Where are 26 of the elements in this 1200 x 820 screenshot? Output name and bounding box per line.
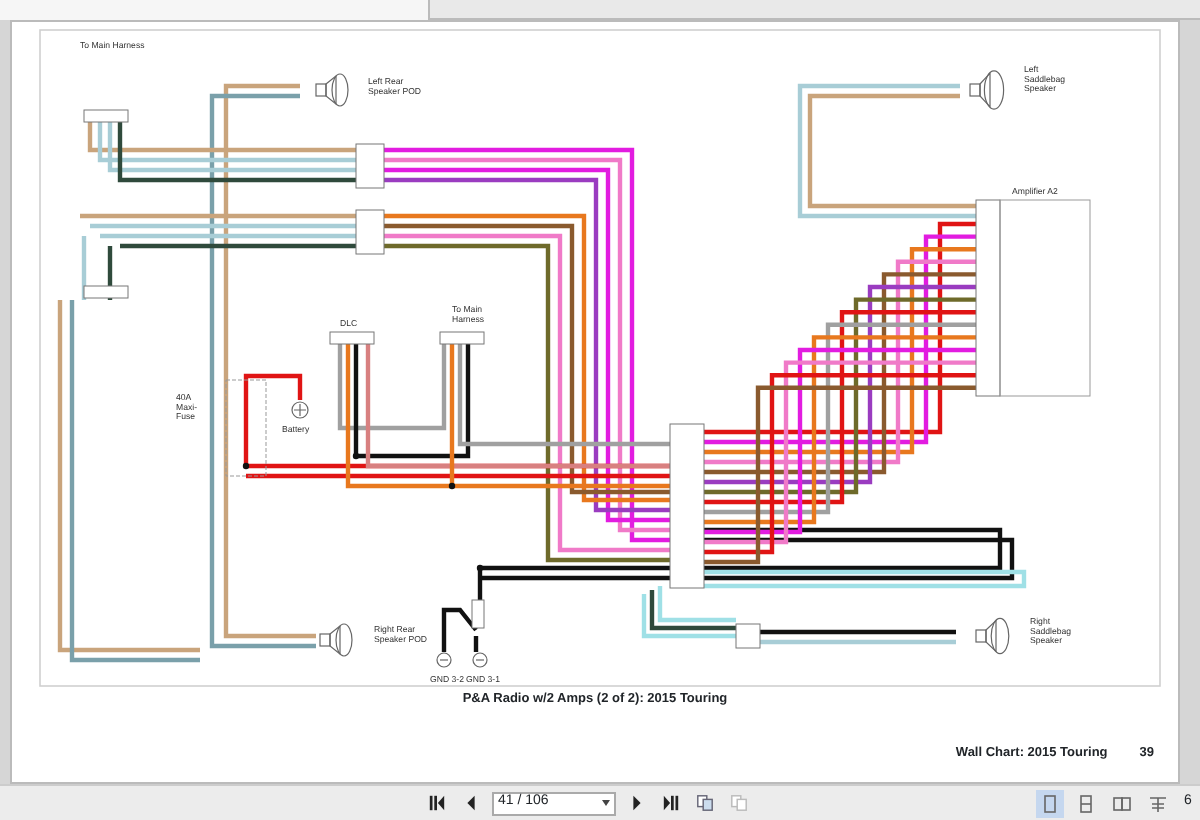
connector xyxy=(355,143,385,189)
previous-page-icon xyxy=(462,794,480,812)
speaker-icon xyxy=(969,70,1005,110)
ground-icon xyxy=(436,652,452,668)
connector xyxy=(735,623,761,649)
caret-icon xyxy=(602,800,610,806)
speaker-icon xyxy=(315,73,349,107)
continuous-view-icon xyxy=(1076,793,1096,813)
connector xyxy=(83,109,129,123)
speaker-icon xyxy=(975,617,1010,655)
connector xyxy=(471,599,485,629)
single-page-view-button[interactable] xyxy=(1036,789,1064,817)
single-view-icon xyxy=(1040,793,1060,813)
scroll-view-icon xyxy=(1148,793,1168,813)
battery-icon xyxy=(291,401,309,419)
connector xyxy=(355,209,385,255)
first-page-icon xyxy=(428,794,446,812)
ground-icon xyxy=(472,652,488,668)
page-copy-icon[interactable] xyxy=(692,789,718,817)
connector xyxy=(329,331,375,345)
facing-view-icon xyxy=(1112,793,1132,813)
connector xyxy=(439,331,485,345)
speaker-icon xyxy=(319,623,353,657)
last-page-icon xyxy=(662,794,680,812)
connector xyxy=(83,285,129,299)
next-page-icon xyxy=(628,794,646,812)
